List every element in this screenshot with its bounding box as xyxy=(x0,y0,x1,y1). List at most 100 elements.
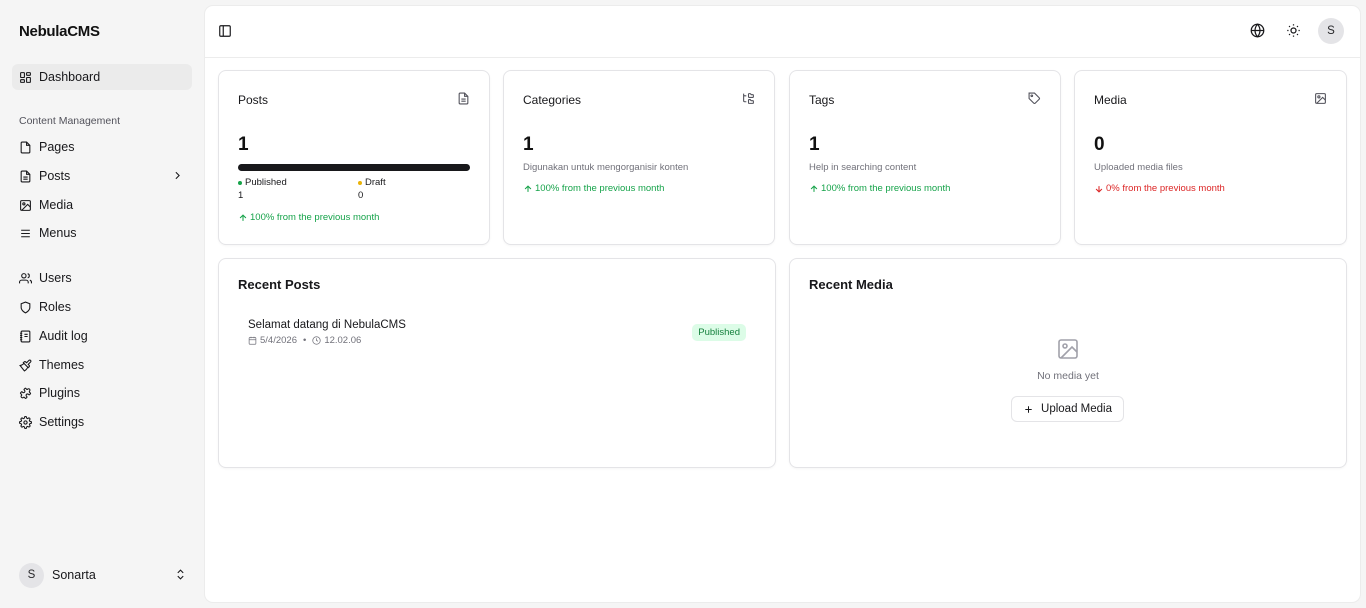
card-description: Uploaded media files xyxy=(1094,162,1183,173)
globe-icon[interactable] xyxy=(1250,23,1265,38)
sidebar-item-label: Audit log xyxy=(39,329,88,343)
stat-card-categories: Categories 1 Digunakan untuk mengorganis… xyxy=(503,70,775,245)
image-icon xyxy=(1058,339,1078,359)
arrow-up-icon xyxy=(239,213,247,221)
status-badge: Published xyxy=(692,324,746,341)
file-text-icon xyxy=(19,170,32,183)
card-title: Media xyxy=(1094,93,1127,107)
plus-icon xyxy=(1025,405,1032,413)
empty-state-text: No media yet xyxy=(1037,370,1099,382)
sidebar-item-label: Users xyxy=(39,271,72,285)
main-panel: S Posts 1 Published 1 Draft 0 100% from … xyxy=(205,6,1360,602)
card-value: 1 xyxy=(809,134,820,155)
image-icon xyxy=(1315,93,1326,104)
sidebar-item-themes[interactable]: Themes xyxy=(12,352,192,378)
sidebar-item-label: Settings xyxy=(39,415,85,429)
meta-separator: • xyxy=(302,335,307,346)
paintbrush-icon xyxy=(19,359,32,372)
sidebar-item-settings[interactable]: Settings xyxy=(12,409,192,435)
draft-count: 0 xyxy=(358,190,364,201)
topbar: S xyxy=(205,6,1360,58)
stat-card-media: Media 0 Uploaded media files 0% from the… xyxy=(1074,70,1347,245)
folder-tree-icon xyxy=(743,93,754,104)
chevron-right-icon[interactable] xyxy=(171,169,184,182)
sidebar-item-label: Menus xyxy=(39,226,77,240)
sidebar-item-label: Plugins xyxy=(39,386,80,400)
sidebar-item-label: Dashboard xyxy=(39,70,101,84)
card-description: Help in searching content xyxy=(809,162,917,173)
draft-dot xyxy=(358,180,362,185)
grid-icon xyxy=(19,71,32,84)
user-menu[interactable]: S Sonarta xyxy=(19,562,191,588)
sidebar-item-label: Posts xyxy=(39,169,71,183)
legend-label: Published xyxy=(245,177,287,188)
trend-label: 0% from the previous month xyxy=(1106,183,1225,194)
card-value: 1 xyxy=(523,134,534,155)
sidebar-item-label: Pages xyxy=(39,140,75,154)
post-title-link[interactable]: Selamat datang di NebulaCMS xyxy=(248,319,406,331)
sidebar-item-dashboard[interactable]: Dashboard xyxy=(12,64,192,90)
brand-logo[interactable]: NebulaCMS xyxy=(19,23,100,40)
card-description: Digunakan untuk mengorganisir konten xyxy=(523,162,689,173)
sidebar-toggle-icon[interactable] xyxy=(218,24,232,38)
user-avatar: S xyxy=(19,562,44,588)
shield-icon xyxy=(19,301,32,314)
progress-fill xyxy=(238,164,470,171)
published-dot xyxy=(238,180,242,185)
card-value: 0 xyxy=(1094,134,1105,155)
section-title: Recent Posts xyxy=(238,277,321,292)
image-icon xyxy=(19,199,32,212)
sidebar-item-media[interactable]: Media xyxy=(12,192,192,218)
notebook-icon xyxy=(19,330,32,343)
section-title: Recent Media xyxy=(809,277,893,292)
sidebar-item-label: Themes xyxy=(39,358,85,372)
file-text-icon xyxy=(458,92,469,105)
sidebar-item-roles[interactable]: Roles xyxy=(12,294,192,320)
sidebar-item-posts[interactable]: Posts xyxy=(12,163,192,189)
arrow-down-icon xyxy=(1095,185,1103,193)
arrow-up-icon xyxy=(524,184,532,192)
menu-icon xyxy=(19,227,32,240)
sidebar-item-label: Roles xyxy=(39,300,71,314)
stat-card-posts: Posts 1 Published 1 Draft 0 100% from th… xyxy=(218,70,490,245)
sidebar-item-menus[interactable]: Menus xyxy=(12,220,192,246)
sidebar-item-users[interactable]: Users xyxy=(12,265,192,291)
clock-icon xyxy=(312,336,321,345)
card-title: Tags xyxy=(809,93,835,107)
card-value: 1 xyxy=(238,134,249,155)
users-icon xyxy=(19,272,32,285)
trend-text: 100% from the previous month xyxy=(809,183,950,194)
sidebar-item-audit-log[interactable]: Audit log xyxy=(12,323,192,349)
trend-label: 100% from the previous month xyxy=(250,212,380,223)
legend-label: Draft xyxy=(365,177,386,188)
sidebar-item-label: Media xyxy=(39,198,74,212)
chevrons-up-down-icon xyxy=(177,569,184,580)
post-meta: 5/4/2026 • 12.02.06 xyxy=(248,335,361,346)
trend-text: 100% from the previous month xyxy=(238,212,379,223)
post-time: 12.02.06 xyxy=(324,335,362,346)
puzzle-icon xyxy=(19,387,32,400)
trend-text: 100% from the previous month xyxy=(523,183,664,194)
sidebar: NebulaCMS Dashboard Content Management P… xyxy=(0,0,204,608)
published-progress-bar xyxy=(238,164,470,171)
section-label-content-management: Content Management xyxy=(19,115,120,127)
stat-card-tags: Tags 1 Help in searching content 100% fr… xyxy=(789,70,1061,245)
user-name: Sonarta xyxy=(52,568,96,582)
published-count: 1 xyxy=(238,190,244,201)
sidebar-item-plugins[interactable]: Plugins xyxy=(12,380,192,406)
legend-published: Published xyxy=(238,177,287,188)
recent-posts-card: Recent Posts Selamat datang di NebulaCMS… xyxy=(218,258,776,468)
card-title: Posts xyxy=(238,93,269,107)
file-icon xyxy=(19,141,32,154)
sidebar-item-pages[interactable]: Pages xyxy=(12,134,192,160)
tag-icon xyxy=(1028,92,1040,104)
calendar-icon xyxy=(248,336,257,345)
trend-text: 0% from the previous month xyxy=(1094,183,1225,194)
recent-media-card: Recent Media No media yet Upload Media xyxy=(789,258,1347,468)
sun-icon[interactable] xyxy=(1286,23,1301,38)
topbar-avatar[interactable]: S xyxy=(1318,18,1344,44)
upload-media-button[interactable]: Upload Media xyxy=(1011,396,1124,422)
trend-label: 100% from the previous month xyxy=(535,183,665,194)
legend-draft: Draft xyxy=(358,177,386,188)
button-label: Upload Media xyxy=(1041,403,1112,415)
